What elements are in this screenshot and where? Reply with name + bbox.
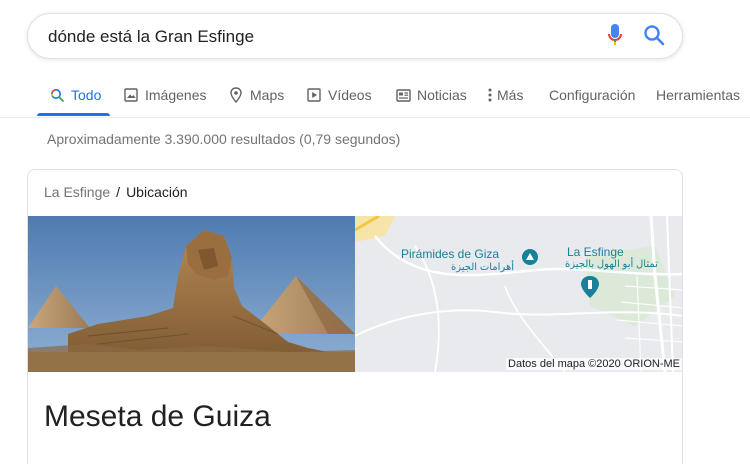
tab-maps[interactable]: Maps: [228, 74, 284, 116]
location-card: La Esfinge / Ubicación Pirámides de Giza…: [27, 169, 683, 464]
more-vert-icon: [486, 87, 494, 103]
search-box[interactable]: [27, 13, 683, 59]
tab-mas[interactable]: Más: [486, 74, 523, 116]
place-title: Meseta de Guiza: [44, 400, 271, 433]
location-map[interactable]: Pirámides de Giza أهرامات الجيزة La Esfi…: [355, 216, 682, 372]
result-stats: Aproximadamente 3.390.000 resultados (0,…: [47, 131, 401, 147]
tab-label: Más: [497, 87, 524, 103]
sphinx-photo[interactable]: [28, 216, 355, 372]
search-input[interactable]: [48, 26, 588, 48]
tab-label: Vídeos: [328, 87, 372, 103]
search-button[interactable]: [640, 24, 668, 50]
search-icon: [643, 24, 665, 51]
tab-label: Noticias: [417, 87, 467, 103]
tab-videos[interactable]: Vídeos: [306, 74, 372, 116]
breadcrumb-separator: /: [116, 184, 121, 200]
news-icon: [395, 87, 411, 103]
tab-herramientas[interactable]: Herramientas: [656, 74, 740, 116]
tab-label: Todo: [71, 87, 102, 103]
image-icon: [123, 87, 139, 103]
voice-search-button[interactable]: [602, 23, 628, 52]
map-label-sphinx-arabic: تمثال أبو الهول بالجيزة: [565, 259, 658, 270]
tabs-divider: [0, 117, 750, 118]
map-label-pyramids: Pirámides de Giza: [401, 247, 500, 261]
map-attribution: Datos del mapa ©2020 ORION-ME: [506, 358, 682, 370]
active-tab-indicator: [37, 113, 110, 116]
tab-label: Maps: [250, 87, 285, 103]
breadcrumb: La Esfinge / Ubicación: [44, 184, 188, 200]
microphone-icon: [607, 23, 623, 52]
search-icon: [49, 87, 65, 103]
tab-todo[interactable]: Todo: [49, 74, 101, 116]
tab-label: Configuración: [549, 87, 636, 103]
map-label-pyramids-arabic: أهرامات الجيزة: [451, 262, 514, 273]
tab-noticias[interactable]: Noticias: [395, 74, 467, 116]
tab-label: Imágenes: [145, 87, 207, 103]
play-icon: [306, 87, 322, 103]
tab-label: Herramientas: [656, 87, 741, 103]
breadcrumb-current: Ubicación: [126, 184, 188, 200]
tab-imagenes[interactable]: Imágenes: [123, 74, 206, 116]
breadcrumb-parent-link[interactable]: La Esfinge: [44, 184, 110, 200]
map-label-sphinx: La Esfinge: [567, 245, 624, 259]
tab-configuracion[interactable]: Configuración: [549, 74, 635, 116]
search-tabs: Todo Imágenes Maps Vídeos Noticias Más C…: [0, 74, 750, 116]
map-pin-icon: [228, 87, 244, 103]
